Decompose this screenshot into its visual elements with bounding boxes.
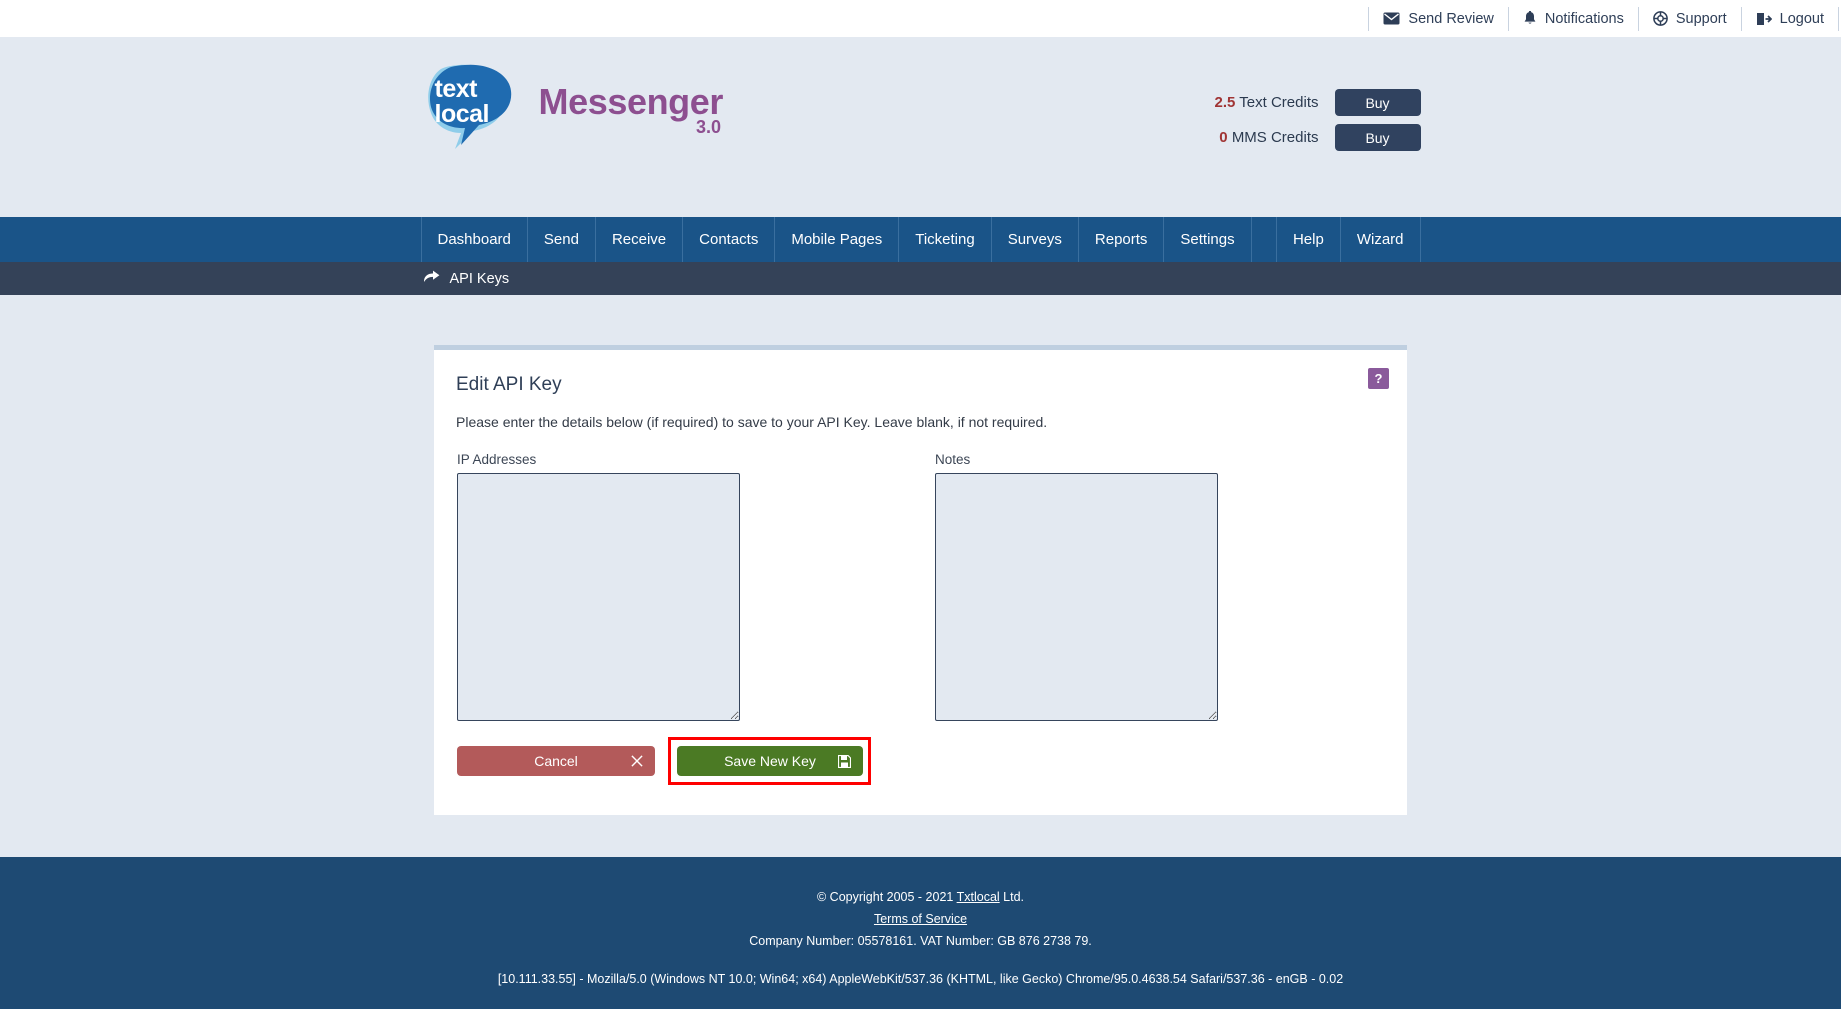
notes-field-group: Notes [935, 452, 1218, 721]
page-footer: © Copyright 2005 - 2021 Txtlocal Ltd. Te… [0, 857, 1841, 1009]
copyright-line: © Copyright 2005 - 2021 Txtlocal Ltd. [0, 887, 1841, 909]
mms-credits-row: 0 MMS Credits Buy [1215, 124, 1421, 151]
top-item-logout[interactable]: Logout [1742, 6, 1839, 31]
cancel-button[interactable]: Cancel [457, 746, 655, 776]
save-button-highlight: Save New Key [668, 737, 871, 785]
envelope-icon [1383, 12, 1400, 25]
credits-panel: 2.5 Text Credits Buy 0 MMS Credits Buy [1215, 89, 1421, 159]
breadcrumb-bar: API Keys [0, 262, 1841, 295]
nav-item-settings[interactable]: Settings [1163, 217, 1250, 262]
company-info: Company Number: 05578161. VAT Number: GB… [749, 933, 1092, 948]
top-utility-items: Send Review Notifications Support Logout [1368, 0, 1841, 37]
brand-bubble-line2: local [434, 100, 490, 128]
buy-mms-credits-button[interactable]: Buy [1334, 124, 1421, 151]
nav-item-surveys[interactable]: Surveys [990, 217, 1078, 262]
text-credits-row: 2.5 Text Credits Buy [1215, 89, 1421, 116]
copyright-prefix: © Copyright 2005 - 2021 [816, 890, 957, 904]
logout-icon [1756, 12, 1772, 26]
text-credits-unit: Text Credits [1239, 94, 1319, 111]
form-actions: Cancel Save New Key [456, 737, 1385, 785]
bell-icon [1523, 11, 1537, 26]
nav-item-dashboard[interactable]: Dashboard [420, 217, 527, 262]
top-item-label: Support [1675, 10, 1727, 27]
top-item-label: Logout [1779, 10, 1824, 27]
page-content: ? Edit API Key Please enter the details … [0, 295, 1841, 857]
mms-credits-label: 0 MMS Credits [1219, 129, 1318, 146]
nav-item-mobile-pages[interactable]: Mobile Pages [774, 217, 898, 262]
product-name: Messenger [538, 81, 724, 122]
text-credits-amount: 2.5 [1214, 94, 1236, 111]
buy-text-credits-button[interactable]: Buy [1334, 89, 1421, 116]
form-fields: IP Addresses Notes [456, 452, 1385, 721]
user-agent-line: [10.111.33.55] - Mozilla/5.0 (Windows NT… [497, 971, 1344, 986]
page-header: text local Messenger 3.0 2.5 Text Credit… [0, 37, 1841, 217]
edit-api-key-panel: ? Edit API Key Please enter the details … [434, 345, 1407, 815]
mms-credits-unit: MMS Credits [1231, 129, 1319, 146]
top-item-send-review[interactable]: Send Review [1368, 6, 1509, 31]
save-new-key-button-label: Save New Key [724, 753, 816, 769]
nav-item-help[interactable]: Help [1275, 217, 1340, 262]
terms-of-service-link[interactable]: Terms of Service [874, 912, 967, 926]
notes-textarea[interactable] [935, 473, 1218, 721]
text-credits-label: 2.5 Text Credits [1215, 94, 1319, 111]
close-x-icon [631, 755, 643, 767]
nav-item-send[interactable]: Send [526, 217, 595, 262]
nav-item-reports[interactable]: Reports [1077, 217, 1164, 262]
top-utility-bar: Send Review Notifications Support Logout [0, 0, 1841, 37]
top-item-label: Notifications [1544, 10, 1624, 27]
brand-bubble-line1: text [434, 75, 478, 103]
notes-label: Notes [935, 452, 971, 467]
panel-description: Please enter the details below (if requi… [456, 414, 1048, 430]
terms-line: Terms of Service [0, 909, 1841, 931]
brand-bubble-text: text local [434, 75, 490, 128]
top-item-support[interactable]: Support [1639, 6, 1742, 31]
ip-addresses-label: IP Addresses [457, 452, 537, 467]
txtlocal-link[interactable]: Txtlocal [957, 890, 1000, 904]
brand-logo[interactable]: text local Messenger 3.0 [421, 63, 724, 151]
copyright-suffix: Ltd. [999, 890, 1025, 904]
nav-item-receive[interactable]: Receive [594, 217, 682, 262]
nav-item-ticketing[interactable]: Ticketing [898, 217, 990, 262]
nav-spacer [1250, 217, 1276, 262]
floppy-save-icon [838, 754, 851, 768]
lifebuoy-icon [1652, 11, 1668, 26]
speech-bubble-icon: text local [421, 63, 525, 151]
ip-addresses-textarea[interactable] [457, 473, 740, 721]
arrow-right-curved-icon [423, 270, 440, 288]
ip-addresses-field-group: IP Addresses [457, 452, 740, 721]
nav-item-contacts[interactable]: Contacts [682, 217, 774, 262]
help-question-icon[interactable]: ? [1368, 368, 1389, 389]
page-title: Edit API Key [456, 374, 562, 395]
breadcrumb-label[interactable]: API Keys [450, 271, 510, 287]
save-new-key-button[interactable]: Save New Key [677, 746, 863, 776]
product-name-block: Messenger 3.0 [539, 83, 724, 138]
cancel-button-label: Cancel [534, 753, 578, 769]
top-item-label: Send Review [1408, 10, 1494, 27]
breadcrumb: API Keys [421, 262, 1421, 295]
main-navigation: Dashboard Send Receive Contacts Mobile P… [0, 217, 1841, 262]
top-item-notifications[interactable]: Notifications [1509, 6, 1639, 31]
mms-credits-amount: 0 [1219, 129, 1228, 146]
nav-item-wizard[interactable]: Wizard [1339, 217, 1421, 262]
